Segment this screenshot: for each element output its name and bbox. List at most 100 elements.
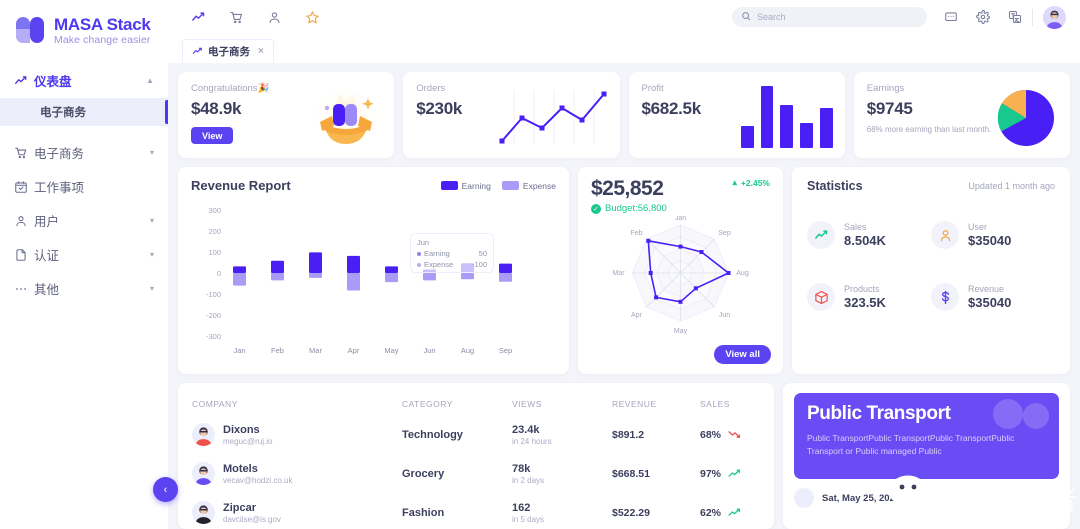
star-icon[interactable]	[304, 9, 320, 25]
stat-value: $35040	[968, 295, 1012, 310]
column-header-views: VIEWS	[512, 399, 542, 409]
trend-up-icon[interactable]	[190, 9, 206, 25]
avatar	[192, 462, 215, 485]
sidebar: MASA Stack Make change easier 仪表盘 ▲ 电子商务	[0, 0, 168, 529]
legend-item-earning: Earning	[440, 180, 491, 191]
category-value: Fashion	[402, 506, 445, 519]
svg-text:Mar: Mar	[309, 346, 322, 355]
stat-label: Products	[844, 284, 880, 294]
chevron-up-icon: ▲	[146, 76, 154, 86]
orders-card: Orders $230k	[403, 72, 620, 158]
svg-text:Aug: Aug	[736, 270, 749, 277]
revenue-value: $668.51	[612, 467, 650, 480]
revenue-report-title: Revenue Report	[191, 178, 291, 193]
gear-icon[interactable]	[975, 10, 990, 25]
svg-text:0: 0	[217, 269, 221, 278]
close-icon[interactable]: ×	[258, 46, 264, 57]
user-icon[interactable]	[266, 9, 282, 25]
box-icon	[807, 283, 835, 311]
tooltip-title: Jun	[417, 238, 430, 247]
congratulations-card: Congratulations🎉 $48.9k View	[178, 72, 395, 158]
revenue-report-card: Revenue Report Earning Expense 300 200 1…	[178, 167, 569, 374]
earnings-pie-chart	[996, 88, 1056, 148]
translate-icon[interactable]	[1007, 10, 1022, 25]
user-icon	[14, 214, 34, 228]
company-name: Zipcar	[223, 501, 257, 514]
profit-bar-chart	[740, 86, 833, 148]
sidebar-item-label: 用户	[34, 215, 60, 230]
table-row[interactable]: Motels vecav@hodzi.co.uk Grocery 78k in …	[192, 454, 760, 493]
revenue-value: $522.29	[612, 506, 650, 519]
svg-text:Sep: Sep	[718, 230, 731, 237]
stat-value: 8.504K	[844, 233, 886, 248]
party-icon: 🎉	[257, 83, 270, 94]
charts-row: Revenue Report Earning Expense 300 200 1…	[178, 167, 1070, 374]
svg-text:Jan: Jan	[233, 346, 245, 355]
stat-value: $35040	[968, 233, 1012, 248]
column-header-company: COMPANY	[192, 399, 238, 409]
sales-value: 97%	[700, 467, 722, 480]
view-all-button[interactable]: View all	[714, 345, 771, 364]
chat-icon[interactable]	[943, 10, 958, 25]
sidebar-item-label: 其他	[34, 283, 60, 298]
sales-value: 68%	[700, 428, 722, 441]
sidebar-item-users[interactable]: 用户 ▾	[0, 204, 168, 238]
chevron-down-icon: ▾	[149, 148, 154, 158]
avatar[interactable]	[1043, 5, 1066, 29]
trend-up-icon: ▴	[732, 177, 737, 187]
sidebar-item-auth[interactable]: 认证 ▾	[0, 238, 168, 272]
legend-label: Earning	[461, 180, 491, 191]
stat-cell-products: Products 323.5K	[807, 283, 931, 311]
chevron-down-icon: ▾	[149, 250, 154, 260]
promo-date: Sat, May 25, 2021	[822, 492, 901, 504]
search-input[interactable]	[757, 12, 918, 22]
sidebar-collapse-button[interactable]: ‹	[153, 477, 178, 502]
statistics-card: Statistics Updated 1 month ago Sales 8.5…	[792, 167, 1070, 374]
brand-title: MASA Stack	[54, 15, 151, 34]
svg-text:May: May	[384, 346, 398, 355]
tooltip-label: Earning	[424, 249, 450, 258]
sidebar-item-other[interactable]: 其他 ▾	[0, 272, 168, 306]
statistics-grid: Sales 8.504K User $35040 Products 323.5K…	[807, 221, 1055, 311]
svg-text:100: 100	[208, 248, 221, 257]
tooltip-value: -100	[471, 260, 487, 269]
views-value: 162	[512, 501, 531, 514]
dots-icon	[14, 282, 34, 296]
cart-icon[interactable]	[228, 9, 244, 25]
topbar	[168, 0, 1080, 34]
svg-text:Sep: Sep	[499, 346, 512, 355]
brand-logo[interactable]: MASA Stack Make change easier	[0, 0, 168, 46]
orders-sparkline-chart	[492, 86, 612, 148]
statistics-updated: Updated 1 month ago	[968, 181, 1055, 191]
sidebar-item-label: 电子商务	[34, 147, 85, 162]
search-box[interactable]	[732, 7, 927, 27]
svg-text:Jun: Jun	[719, 312, 730, 319]
sidebar-item-ecommerce-sub[interactable]: 电子商务	[0, 97, 168, 126]
calendar-check-icon	[14, 180, 34, 194]
sidebar-item-label: 工作事项	[34, 181, 85, 196]
tooltip-value: 50	[478, 249, 487, 258]
view-button[interactable]: View	[191, 127, 234, 144]
trend-up-icon	[192, 46, 203, 57]
sidebar-item-dashboard[interactable]: 仪表盘 ▲	[0, 64, 168, 98]
public-transport-banner[interactable]: Public Transport Public TransportPublic …	[794, 393, 1059, 479]
table-row[interactable]: Zipcar davcilse@is.gov Fashion 162 in 5 …	[192, 493, 760, 529]
sidebar-item-label: 认证	[34, 249, 60, 264]
tab-ecommerce[interactable]: 电子商务 ×	[182, 39, 274, 63]
sidebar-item-tasks[interactable]: 工作事项	[0, 170, 168, 204]
sidebar-item-ecommerce[interactable]: 电子商务 ▾	[0, 136, 168, 170]
promo-body: Public TransportPublic TransportPublic T…	[807, 433, 1015, 457]
dashboard-content: Congratulations🎉 $48.9k View Orders $230…	[168, 63, 1080, 529]
budget-radar-chart: Jan Sep Aug Jun May Apr Mar Feb	[591, 215, 770, 335]
budget-amount: $25,852	[591, 177, 664, 200]
promo-footer: Sat, May 25, 2021	[794, 488, 1059, 508]
svg-text:300: 300	[208, 206, 221, 215]
stat-label: Sales	[844, 222, 867, 232]
svg-text:May: May	[674, 328, 688, 334]
promo-card: Public Transport Public TransportPublic …	[783, 383, 1070, 529]
svg-text:Jun: Jun	[423, 346, 435, 355]
revenue-legend: Earning Expense	[440, 180, 556, 191]
tab-strip: 电子商务 ×	[168, 34, 1080, 63]
table-row[interactable]: Dixons meguc@ruj.io Technology 23.4k in …	[192, 415, 760, 454]
legend-item-expense: Expense	[501, 181, 556, 191]
